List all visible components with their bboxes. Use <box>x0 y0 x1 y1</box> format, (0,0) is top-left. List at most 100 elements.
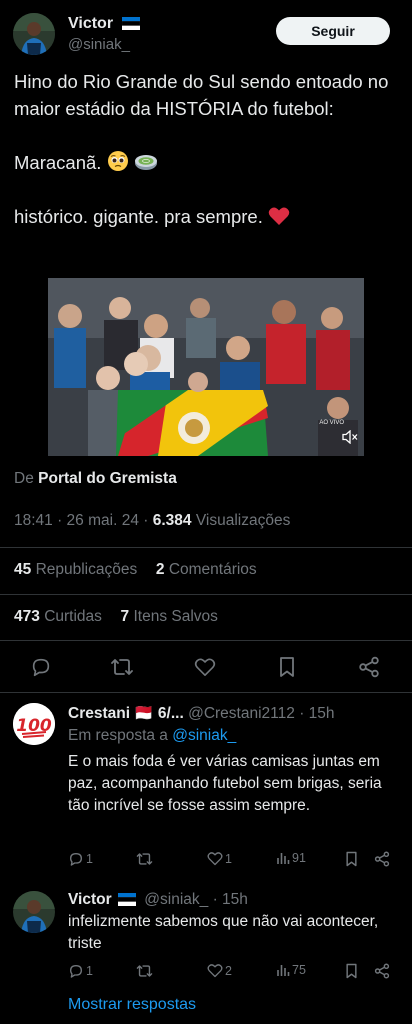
reply-like-button[interactable]: 2 <box>207 963 232 978</box>
reply-reply-button[interactable]: 1 <box>68 851 93 867</box>
reply-share-button[interactable] <box>374 963 390 979</box>
reply-action-bar: 1 2 75 <box>68 963 398 983</box>
hundred-points-icon: 100 <box>13 703 55 745</box>
reply-views-button[interactable]: 91 <box>276 851 306 865</box>
reply-author-handle[interactable]: @siniak_ <box>144 891 208 908</box>
tweet-text-maracana: Maracanã. <box>14 152 102 173</box>
pleading-face-icon <box>107 151 128 171</box>
reply-views-button[interactable]: 75 <box>276 963 306 977</box>
reply-icon <box>70 965 82 978</box>
video-thumbnail <box>48 278 364 456</box>
views-icon <box>277 853 290 864</box>
tweet-text: Hino do Rio Grande do Sul sendo entoado … <box>14 68 400 257</box>
reply-button[interactable] <box>26 652 56 682</box>
red-heart-icon <box>268 207 290 225</box>
divider <box>0 692 412 693</box>
bookmark-icon <box>346 851 357 867</box>
likes-stat[interactable]: 473 Curtidas <box>14 608 106 625</box>
views-count: 6.384 <box>152 512 192 529</box>
timestamp[interactable]: 18:41 · 26 mai. 24 · <box>14 512 148 529</box>
stats-row-reposts: 45 Republicações 2 Comentários <box>14 561 257 579</box>
reply-like-count: 1 <box>225 851 232 866</box>
divider <box>0 594 412 595</box>
comments-label: Comentários <box>168 561 257 578</box>
divider <box>0 547 412 548</box>
author-handle[interactable]: @siniak_ <box>68 36 130 53</box>
reply-bookmark-button[interactable] <box>345 851 358 867</box>
tweet-action-bar <box>0 652 412 682</box>
reply-icon <box>70 853 82 866</box>
bookmark-button[interactable] <box>272 652 302 682</box>
reply-author-handle[interactable]: @Crestani2112 <box>188 705 295 722</box>
bookmark-icon <box>346 963 357 979</box>
replying-to-prefix: Em resposta a <box>68 727 168 744</box>
reply-reply-count: 1 <box>86 852 93 866</box>
estonia-flag-icon <box>121 17 140 31</box>
reply-avatar-crestani[interactable]: 100 <box>13 703 55 745</box>
reply-share-button[interactable] <box>374 851 390 867</box>
reply-avatar-victor[interactable] <box>13 891 55 933</box>
repost-icon <box>136 853 153 865</box>
source-prefix: De <box>14 470 34 487</box>
reply-time[interactable]: · 15h <box>299 705 334 722</box>
reposts-stat[interactable]: 45 Republicações <box>14 561 142 578</box>
views-icon <box>277 965 290 976</box>
video-player[interactable]: AO VIVO <box>48 278 364 456</box>
reply-time[interactable]: · 15h <box>213 891 248 908</box>
reply-header: Crestani 🇲🇨 6/... @Crestani2112 · 15h <box>68 704 335 723</box>
views-label: Visualizações <box>195 512 291 529</box>
reply-author-name[interactable]: Crestani 🇲🇨 6/... <box>68 705 184 722</box>
saves-count: 7 <box>120 608 130 625</box>
reposts-count: 45 <box>14 561 32 578</box>
replying-to-link[interactable]: @siniak_ <box>172 727 236 744</box>
share-button[interactable] <box>354 652 384 682</box>
likes-label: Curtidas <box>44 608 102 625</box>
reply-action-bar: 1 1 91 <box>68 851 398 871</box>
replying-to: Em resposta a @siniak_ <box>68 727 236 745</box>
reply-text: infelizmente sabemos que não vai acontec… <box>68 913 379 952</box>
reply-repost-button[interactable] <box>136 963 153 979</box>
bookmark-icon <box>280 657 294 677</box>
divider <box>0 640 412 641</box>
reply-reply-count: 1 <box>86 964 93 978</box>
stadium-icon <box>134 155 157 170</box>
share-icon <box>374 963 390 979</box>
author-name[interactable]: Victor <box>68 15 140 33</box>
reply-view-count: 91 <box>292 851 306 865</box>
author-name-text: Victor <box>68 15 114 32</box>
reply-bookmark-button[interactable] <box>345 963 358 979</box>
source-link[interactable]: Portal do Gremista <box>38 470 177 487</box>
mute-icon[interactable] <box>342 430 358 444</box>
author-avatar[interactable] <box>13 13 55 55</box>
repost-button[interactable] <box>107 652 137 682</box>
reposts-label: Republicações <box>35 561 138 578</box>
show-replies-link[interactable]: Mostrar respostas <box>68 996 196 1014</box>
tweet-text-historico: histórico. gigante. pra sempre. <box>14 206 263 227</box>
repost-icon <box>136 965 153 977</box>
follow-button[interactable]: Seguir <box>276 17 390 45</box>
estonia-flag-icon <box>117 893 136 907</box>
reply-text: E o mais foda é ver várias camisas junta… <box>68 753 382 814</box>
comments-count: 2 <box>155 561 165 578</box>
like-icon <box>194 658 216 676</box>
live-badge: AO VIVO <box>319 420 344 426</box>
reply-view-count: 75 <box>292 963 306 977</box>
stats-row-likes: 473 Curtidas 7 Itens Salvos <box>14 608 218 626</box>
reply-like-count: 2 <box>225 963 232 978</box>
likes-count: 473 <box>14 608 40 625</box>
tweet-text-line2: Maracanã. <box>14 149 400 176</box>
reply-icon <box>32 658 50 677</box>
saves-stat[interactable]: 7 Itens Salvos <box>121 608 218 625</box>
repost-icon <box>111 659 133 675</box>
like-icon <box>207 964 223 978</box>
reply-repost-button[interactable] <box>136 851 153 867</box>
like-button[interactable] <box>190 652 220 682</box>
like-icon <box>207 852 223 866</box>
share-icon <box>359 656 379 678</box>
reply-reply-button[interactable]: 1 <box>68 963 93 979</box>
comments-stat[interactable]: 2 Comentários <box>156 561 257 578</box>
tweet-meta: 18:41 · 26 mai. 24 · 6.384 Visualizações <box>14 512 290 530</box>
tweet-header: Victor @siniak_ Seguir <box>0 0 412 60</box>
reply-like-button[interactable]: 1 <box>207 851 232 866</box>
reply-author-name[interactable]: Victor <box>68 891 112 908</box>
